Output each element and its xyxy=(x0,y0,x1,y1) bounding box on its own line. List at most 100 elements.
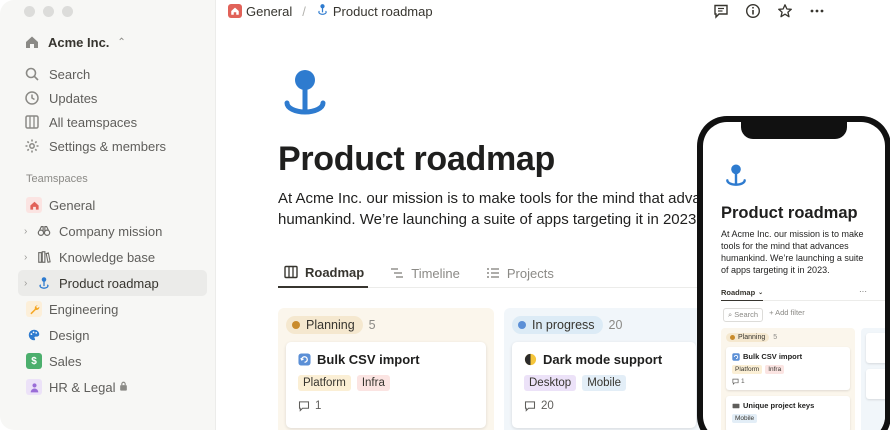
pin-icon xyxy=(723,162,749,197)
info-icon[interactable] xyxy=(744,2,762,20)
more-options-icon[interactable] xyxy=(808,2,826,20)
column-header: Planning 5 xyxy=(286,316,486,334)
tag[interactable]: Desktop xyxy=(524,375,577,391)
mobile-board-card[interactable]: Bulk CSV import Platform Infra 1 xyxy=(726,347,850,390)
home-icon xyxy=(26,36,38,48)
mobile-board-card[interactable] xyxy=(866,333,885,363)
sidebar-nav: Search Updates All teamspaces Settings &… xyxy=(24,62,207,158)
tab-label: Projects xyxy=(506,265,554,281)
window-controls xyxy=(24,6,73,17)
tag[interactable]: Platform xyxy=(732,365,763,374)
teamspace-label: Knowledge base xyxy=(59,249,156,265)
status-badge[interactable]: Planning xyxy=(726,333,770,342)
tab-label: Roadmap xyxy=(305,264,365,280)
pin-icon xyxy=(36,275,52,291)
breadcrumb-product-roadmap[interactable]: Product roadmap xyxy=(333,4,433,19)
mobile-search-input[interactable]: ⌕ Search xyxy=(723,308,764,322)
comment-count-value: 1 xyxy=(315,400,322,412)
more-options-icon[interactable]: ··· xyxy=(859,287,867,296)
column-count: 20 xyxy=(608,318,623,332)
search-icon xyxy=(25,67,39,81)
breadcrumb-general[interactable]: General xyxy=(246,4,292,19)
mobile-column-header: Planning 5 xyxy=(726,333,850,342)
tab-projects[interactable]: Projects xyxy=(480,258,558,288)
teamspace-label: Engineering xyxy=(49,301,119,317)
tab-timeline[interactable]: Timeline xyxy=(384,258,464,288)
card-tags: Platform Infra xyxy=(732,365,844,374)
page-description[interactable]: At Acme Inc. our mission is to make tool… xyxy=(278,188,718,230)
mobile-board-card[interactable] xyxy=(866,369,885,399)
mobile-board-card[interactable]: Unique project keys Mobile xyxy=(726,396,850,430)
teamspace-knowledge-base[interactable]: › Knowledge base xyxy=(18,244,207,270)
board-icon xyxy=(284,265,298,279)
chevron-right-icon[interactable]: › xyxy=(24,278,36,289)
page-title[interactable]: Product roadmap xyxy=(278,140,555,179)
tag[interactable]: Infra xyxy=(356,375,390,391)
import-icon xyxy=(298,353,311,366)
pin-icon[interactable] xyxy=(278,66,332,131)
keys-icon xyxy=(732,403,740,408)
nav-updates-label: Updates xyxy=(49,90,98,106)
mobile-view-tabs: Roadmap ⌄ ··· xyxy=(721,285,885,301)
tab-roadmap[interactable]: Roadmap xyxy=(278,258,369,288)
chevron-right-icon[interactable]: › xyxy=(24,252,36,263)
teamspace-company-mission[interactable]: › Company mission xyxy=(18,218,207,244)
workspace-name: Acme Inc. xyxy=(48,34,110,50)
gear-icon xyxy=(25,139,39,153)
column-count: 5 xyxy=(368,318,376,332)
board-card[interactable]: Bulk CSV import Platform Infra 1 xyxy=(286,342,486,428)
mobile-board: Planning 5 Bulk CSV import Platform Infr… xyxy=(721,328,885,430)
binoculars-icon xyxy=(36,223,52,239)
comment-icon[interactable] xyxy=(712,2,730,20)
comment-count: 20 xyxy=(524,400,684,412)
status-badge[interactable]: Planning xyxy=(286,316,363,334)
card-tags: Desktop Mobile xyxy=(524,375,684,391)
add-filter-button[interactable]: + Add filter xyxy=(769,308,805,322)
star-icon[interactable] xyxy=(776,2,794,20)
teamspace-label: HR & Legal xyxy=(49,379,116,395)
status-badge[interactable]: In progress xyxy=(512,316,603,334)
card-title-text: Dark mode support xyxy=(543,352,663,367)
minimize-window-button[interactable] xyxy=(43,6,54,17)
nav-settings[interactable]: Settings & members xyxy=(24,134,207,158)
card-tags: Platform Infra xyxy=(298,375,474,391)
card-title: Bulk CSV import xyxy=(298,352,474,367)
mobile-device: Product roadmap At Acme Inc. our mission… xyxy=(697,116,890,430)
tag[interactable]: Platform xyxy=(298,375,351,391)
tag[interactable]: Infra xyxy=(765,365,785,374)
maximize-window-button[interactable] xyxy=(62,6,73,17)
teamspace-label: Product roadmap xyxy=(59,275,159,291)
workspace-switcher[interactable]: Acme Inc. ⌃ xyxy=(24,34,126,50)
comment-icon xyxy=(732,378,739,385)
phone-notch xyxy=(741,122,847,139)
breadcrumb: General / Product roadmap xyxy=(228,3,433,19)
tag[interactable]: Mobile xyxy=(582,375,627,391)
status-label: In progress xyxy=(532,318,595,332)
description-line: At Acme Inc. our mission is to make tool… xyxy=(278,190,717,207)
nav-updates[interactable]: Updates xyxy=(24,86,207,110)
tag[interactable]: Mobile xyxy=(732,414,758,423)
teamspace-general[interactable]: General xyxy=(18,192,207,218)
board-card[interactable]: Dark mode support Desktop Mobile 20 xyxy=(512,342,696,428)
close-window-button[interactable] xyxy=(24,6,35,17)
teamspace-engineering[interactable]: Engineering xyxy=(18,296,207,322)
nav-all-teamspaces[interactable]: All teamspaces xyxy=(24,110,207,134)
person-icon xyxy=(26,379,42,395)
lock-icon xyxy=(119,381,128,394)
teamspace-sales[interactable]: $ Sales xyxy=(18,348,207,374)
mobile-column-in-progress xyxy=(861,328,885,430)
mobile-screen: Product roadmap At Acme Inc. our mission… xyxy=(703,122,885,430)
import-icon xyxy=(732,352,740,361)
nav-search[interactable]: Search xyxy=(24,62,207,86)
chevron-right-icon[interactable]: › xyxy=(24,226,36,237)
mobile-tab-label: Roadmap xyxy=(721,287,756,297)
books-icon xyxy=(36,249,52,265)
teamspace-hr-legal[interactable]: HR & Legal xyxy=(18,374,207,400)
status-label: Planning xyxy=(306,318,355,332)
mobile-tab-roadmap[interactable]: Roadmap ⌄ xyxy=(721,285,764,301)
teamspace-product-roadmap[interactable]: › Product roadmap xyxy=(18,270,207,296)
comment-count: 1 xyxy=(298,400,474,412)
mobile-page-description: At Acme Inc. our mission is to make tool… xyxy=(721,229,864,275)
half-moon-icon xyxy=(524,353,537,366)
teamspace-design[interactable]: Design xyxy=(18,322,207,348)
